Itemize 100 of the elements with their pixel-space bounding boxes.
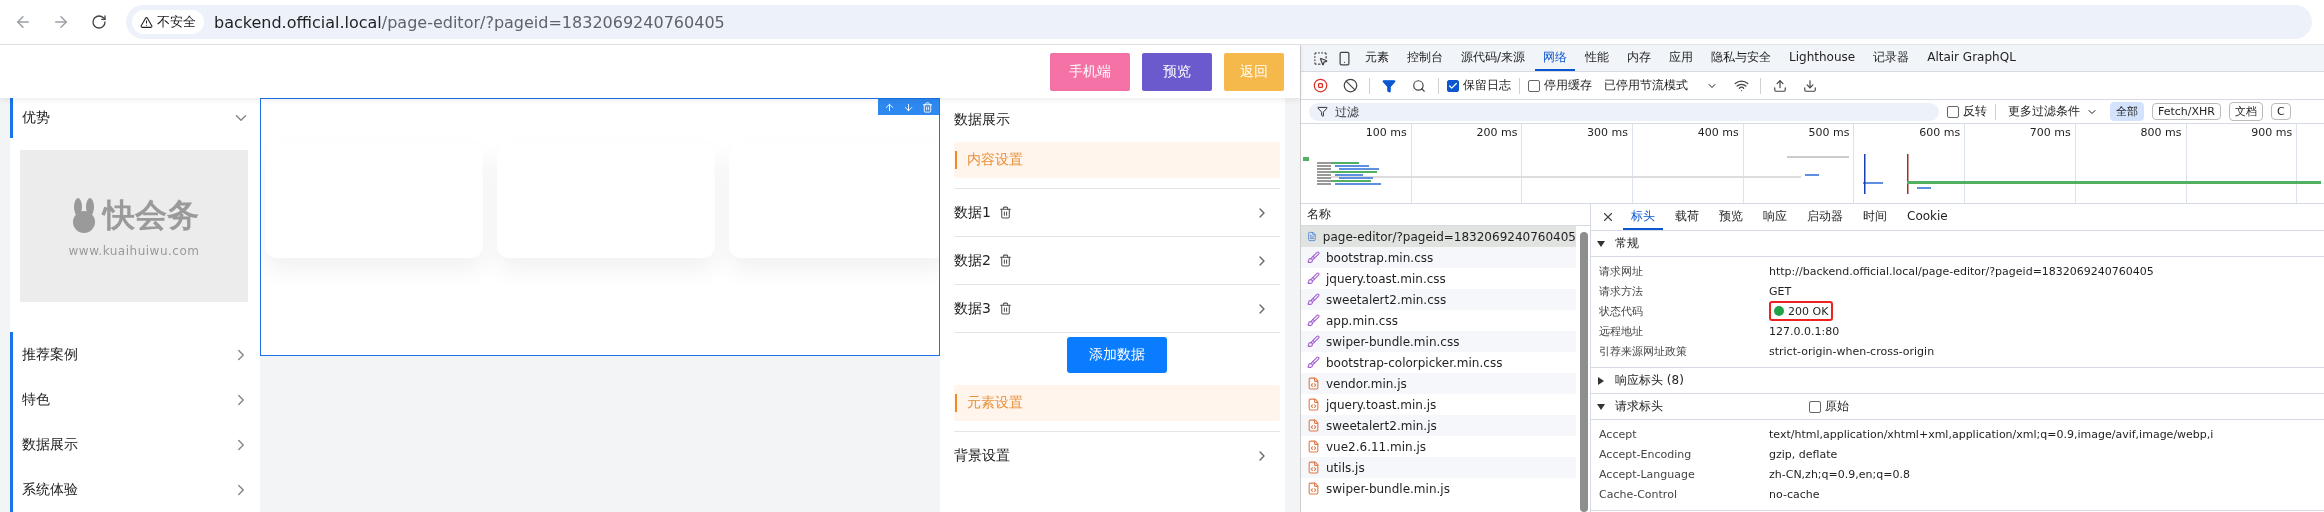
section-title[interactable]: 请求标头 bbox=[1615, 398, 1663, 415]
add-data-button[interactable]: 添加数据 bbox=[1067, 337, 1167, 373]
header-value: 127.0.0.1:80 bbox=[1769, 324, 1841, 338]
trash-icon[interactable] bbox=[998, 206, 1012, 219]
settings-item[interactable]: 数据1 bbox=[954, 188, 1280, 236]
settings-item[interactable]: 背景设置 bbox=[954, 431, 1280, 479]
detail-tab[interactable]: 响应 bbox=[1755, 204, 1795, 230]
security-chip[interactable]: 不安全 bbox=[132, 10, 204, 34]
sidebar-item[interactable]: 系统体验 bbox=[10, 467, 260, 512]
delete-icon[interactable] bbox=[922, 101, 933, 113]
detail-tab[interactable]: 启动器 bbox=[1799, 204, 1851, 230]
request-row[interactable]: bootstrap.min.css bbox=[1301, 247, 1576, 268]
stylesheet-icon bbox=[1307, 314, 1320, 327]
expand-triangle-icon[interactable] bbox=[1597, 376, 1605, 385]
settings-item[interactable]: 数据3 bbox=[954, 284, 1280, 332]
column-header[interactable]: 名称 bbox=[1307, 206, 1331, 223]
address-bar[interactable]: 不安全 backend.official.local/page-editor/?pageid=1832069240760405 bbox=[126, 5, 2312, 39]
checkbox[interactable] bbox=[1447, 79, 1459, 92]
header-value: no-cache bbox=[1769, 487, 1821, 501]
document-icon bbox=[1307, 230, 1317, 243]
scrollbar[interactable] bbox=[1580, 232, 1588, 512]
header-button[interactable]: 预览 bbox=[1142, 52, 1212, 91]
settings-item[interactable]: 数据2 bbox=[954, 236, 1280, 284]
checkbox[interactable] bbox=[1809, 400, 1821, 413]
request-row[interactable]: page-editor/?pageid=1832069240760405 bbox=[1301, 226, 1576, 247]
timeline-tick: 300 ms bbox=[1587, 126, 1629, 140]
section-header: 元素设置 bbox=[954, 385, 1280, 421]
filter-chip[interactable]: 全部 bbox=[2110, 102, 2144, 121]
request-row[interactable]: sweetalert2.min.css bbox=[1301, 289, 1576, 310]
detail-tab[interactable]: 时间 bbox=[1855, 204, 1895, 230]
devtools-tab[interactable]: 隐私与安全 bbox=[1703, 45, 1780, 71]
invert-checkbox[interactable]: 反转 bbox=[1947, 103, 1987, 120]
more-filters-dropdown[interactable]: 更多过滤条件 bbox=[2004, 103, 2102, 120]
detail-tab[interactable]: Cookie bbox=[1899, 204, 1956, 230]
throttling-select[interactable]: 已停用节流模式 bbox=[1600, 77, 1722, 94]
expand-triangle-icon[interactable] bbox=[1597, 239, 1605, 248]
devtools-tab[interactable]: 内存 bbox=[1619, 45, 1660, 71]
trash-icon[interactable] bbox=[998, 254, 1012, 267]
trash-icon[interactable] bbox=[998, 302, 1012, 315]
devtools-tab[interactable]: Lighthouse bbox=[1781, 45, 1864, 71]
status-value: 200 OK bbox=[1769, 301, 1834, 321]
header-name: 状态代码 bbox=[1599, 303, 1644, 319]
header-name: Accept-Encoding bbox=[1599, 447, 1693, 461]
devtools-tab[interactable]: 控制台 bbox=[1399, 45, 1451, 71]
checkbox[interactable] bbox=[1947, 105, 1959, 118]
devtools-tab[interactable]: 记录器 bbox=[1865, 45, 1918, 71]
section-title[interactable]: 常规 bbox=[1615, 235, 1639, 252]
request-row[interactable]: sweetalert2.min.js bbox=[1301, 415, 1576, 436]
script-icon bbox=[1307, 482, 1320, 495]
stylesheet-icon bbox=[1307, 335, 1320, 348]
stylesheet-icon bbox=[1307, 251, 1320, 264]
timeline-tick: 700 ms bbox=[2029, 126, 2071, 140]
header-value: strict-origin-when-cross-origin bbox=[1769, 344, 1936, 358]
detail-tab[interactable]: 载荷 bbox=[1667, 204, 1707, 230]
request-row[interactable]: utils.js bbox=[1301, 457, 1576, 478]
header-value: http://backend.official.local/page-editor/?pageid=1832069240760405 bbox=[1769, 264, 2155, 278]
filter-field[interactable]: 过滤 bbox=[1309, 102, 1939, 121]
timeline-tick: 400 ms bbox=[1697, 126, 1739, 140]
request-row[interactable]: swiper-bundle.min.css bbox=[1301, 331, 1576, 352]
timeline-tick: 500 ms bbox=[1808, 126, 1850, 140]
header-name: Accept-Language bbox=[1599, 467, 1696, 481]
filter-chip[interactable]: Fetch/XHR bbox=[2152, 103, 2221, 120]
devtools-tab[interactable]: 源代码/来源 bbox=[1453, 45, 1534, 71]
devtools-tab[interactable]: 元素 bbox=[1357, 45, 1397, 71]
checkbox[interactable] bbox=[1528, 79, 1540, 92]
sidebar-item[interactable]: 数据展示 bbox=[10, 422, 260, 467]
sidebar-item[interactable]: 特色 bbox=[10, 377, 260, 422]
disable-cache-checkbox[interactable]: 停用缓存 bbox=[1528, 77, 1592, 94]
header-value: zh-CN,zh;q=0.9,en;q=0.8 bbox=[1769, 467, 1911, 481]
timeline-tick: 200 ms bbox=[1476, 126, 1518, 140]
stylesheet-icon bbox=[1307, 272, 1320, 285]
panel-title: 数据展示 bbox=[954, 110, 1011, 129]
section-title[interactable]: 响应标头 (8) bbox=[1615, 372, 1684, 389]
warning-icon bbox=[140, 15, 153, 29]
logo-text: 快会务 bbox=[103, 195, 199, 236]
devtools-tab[interactable]: Altair GraphQL bbox=[1919, 45, 2024, 71]
filter-chip[interactable]: 文档 bbox=[2229, 102, 2263, 121]
move-up-icon[interactable] bbox=[884, 101, 895, 113]
script-icon bbox=[1307, 461, 1320, 474]
detail-tab[interactable]: 预览 bbox=[1711, 204, 1751, 230]
devtools-tab[interactable]: 应用 bbox=[1661, 45, 1702, 71]
expand-triangle-icon[interactable] bbox=[1597, 402, 1605, 411]
header-name: 请求方法 bbox=[1599, 283, 1644, 299]
script-icon bbox=[1307, 419, 1320, 432]
raw-checkbox[interactable]: 原始 bbox=[1809, 398, 1849, 415]
timeline-tick: 100 ms bbox=[1365, 126, 1407, 140]
forward-arrow-icon bbox=[52, 13, 70, 31]
preserve-log-checkbox[interactable]: 保留日志 bbox=[1447, 77, 1511, 94]
script-icon bbox=[1307, 377, 1320, 390]
header-name: Accept bbox=[1599, 427, 1638, 441]
header-name: Cache-Control bbox=[1599, 487, 1678, 501]
timeline-tick: 900 ms bbox=[2251, 126, 2293, 140]
reload-icon bbox=[91, 14, 107, 30]
header-name: 引荐来源网址政策 bbox=[1599, 343, 1688, 359]
request-row[interactable]: vendor.min.js bbox=[1301, 373, 1576, 394]
move-down-icon[interactable] bbox=[903, 101, 914, 113]
filter-chip[interactable]: C bbox=[2271, 103, 2291, 120]
devtools-tab[interactable]: 性能 bbox=[1577, 45, 1618, 71]
section-header: 内容设置 bbox=[954, 142, 1280, 178]
header-value: GET bbox=[1769, 284, 1793, 298]
